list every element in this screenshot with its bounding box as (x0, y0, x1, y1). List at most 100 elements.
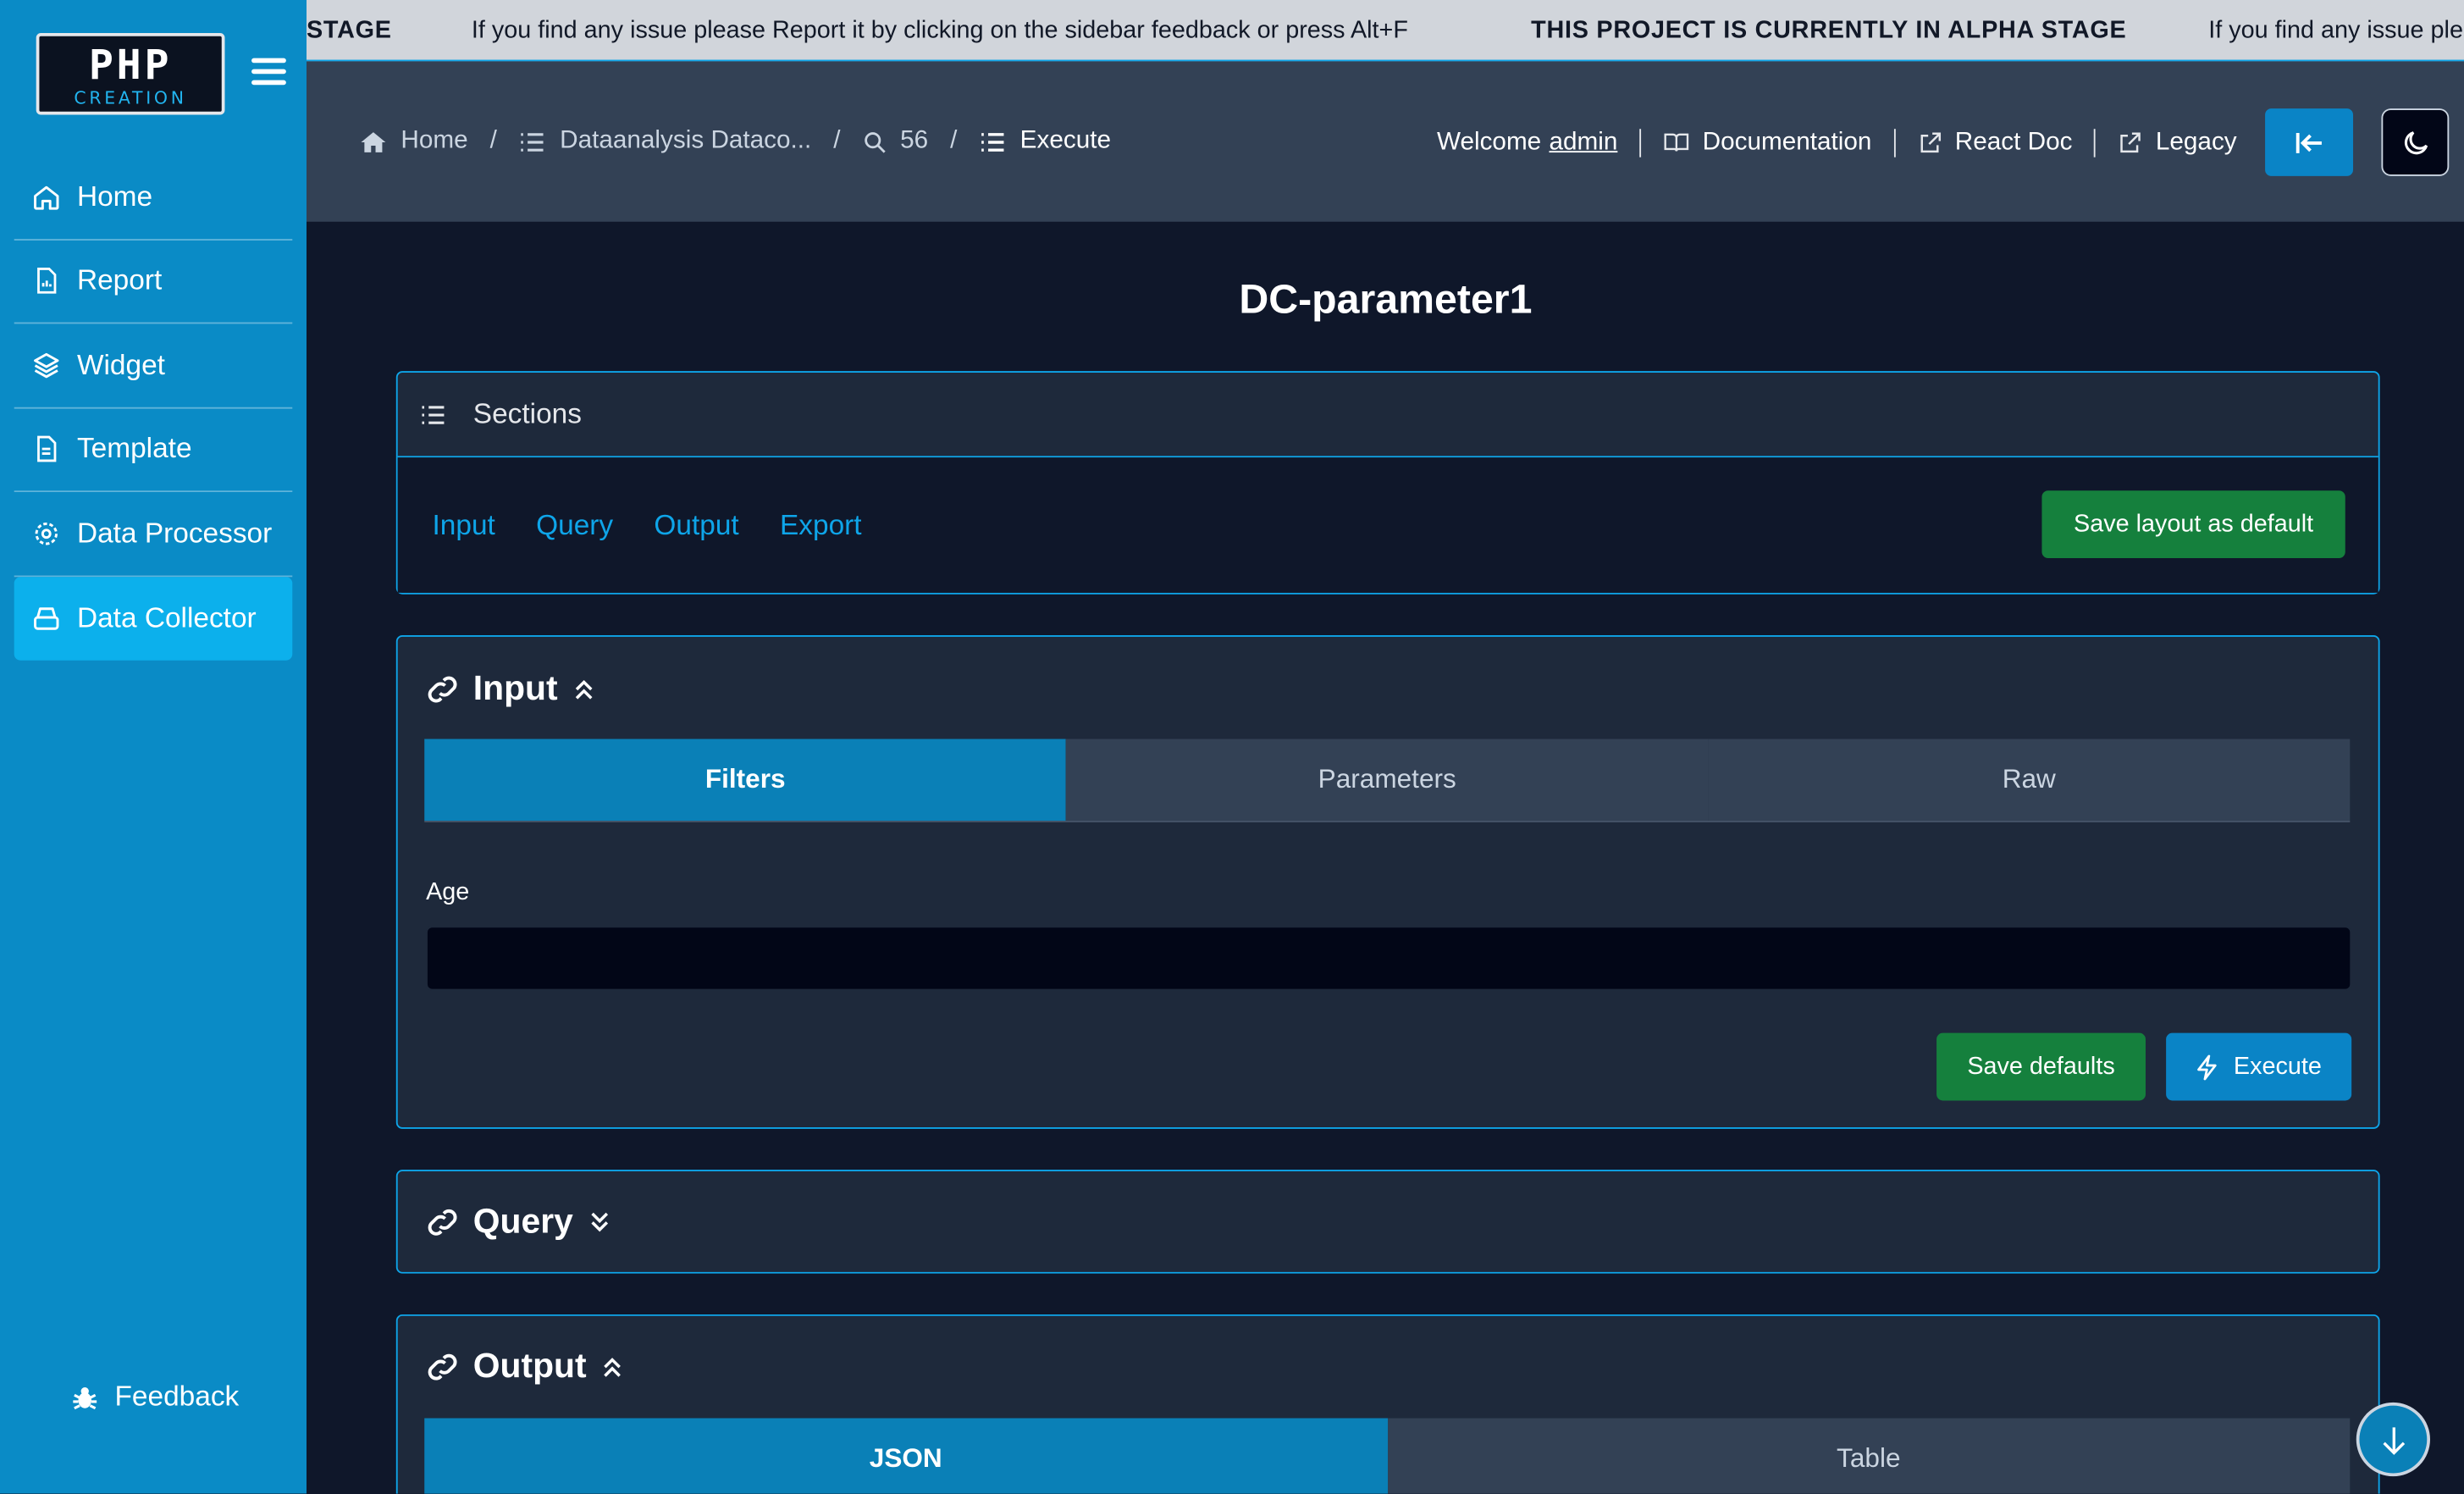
logo[interactable]: PHP CREATION (36, 32, 225, 115)
sidebar-item-label: Widget (76, 348, 165, 380)
age-label: Age (426, 878, 470, 906)
age-input[interactable] (426, 926, 2352, 991)
user-link[interactable]: admin (1549, 128, 1617, 156)
input-tabs: Filters Parameters Raw (424, 739, 2351, 822)
theme-toggle-button[interactable] (2381, 108, 2450, 176)
divider (1639, 128, 1642, 157)
collapse-sidebar-button[interactable] (2265, 108, 2354, 176)
sidebar-item-template[interactable]: Template (14, 408, 293, 493)
link-icon (428, 1209, 457, 1235)
app-root: PHP CREATION Home Report Widget Template… (0, 0, 2464, 1494)
page-title: DC-parameter1 (1239, 274, 1533, 323)
menu-toggle-icon[interactable] (251, 58, 286, 90)
sections-header: Sections (397, 373, 2378, 458)
database-icon (30, 602, 61, 634)
sidebar-item-widget[interactable]: Widget (14, 324, 293, 408)
ticker-fragment: STAGE (306, 17, 392, 44)
input-card-header: Input (426, 668, 594, 709)
layers-icon (30, 350, 61, 381)
external-link-icon (2121, 131, 2141, 152)
ticker-message-fragment: If you find any issue ple (2208, 17, 2463, 44)
breadcrumb-home[interactable]: Home (360, 127, 468, 155)
tab-table[interactable]: Table (1387, 1418, 2351, 1494)
sections-body: Input Query Output Export Save layout as… (397, 457, 2378, 593)
input-card: Input Filters Parameters Raw Age Save de… (395, 634, 2380, 1129)
breadcrumb-home-label: Home (401, 127, 468, 154)
breadcrumb-id-label: 56 (900, 127, 929, 154)
output-card: Output JSON Table (395, 1314, 2380, 1494)
breadcrumb-separator: / (833, 127, 841, 154)
home-icon (30, 181, 61, 213)
sections-card: Sections Input Query Output Export Save … (395, 371, 2380, 595)
search-icon (864, 131, 886, 152)
scroll-down-button[interactable] (2356, 1402, 2430, 1477)
section-link-query[interactable]: Query (536, 509, 613, 542)
section-link-input[interactable]: Input (433, 509, 495, 542)
bug-icon (69, 1381, 101, 1413)
sidebar-item-label: Home (76, 180, 153, 213)
moon-icon (2404, 130, 2428, 154)
logo-text: PHP (88, 42, 173, 90)
sidebar-nav: Home Report Widget Template Data Process… (14, 156, 293, 661)
tab-parameters[interactable]: Parameters (1066, 739, 1709, 822)
link-icon (428, 675, 457, 702)
home-icon (361, 131, 386, 152)
breadcrumb-separator: / (950, 127, 958, 154)
save-defaults-button[interactable]: Save defaults (1936, 1032, 2146, 1101)
chevron-double-up-icon[interactable] (602, 1356, 622, 1376)
execute-button[interactable]: Execute (2166, 1032, 2352, 1101)
external-link-icon (1920, 131, 1941, 152)
chevron-double-up-icon[interactable] (573, 678, 594, 699)
input-card-title: Input (472, 667, 558, 708)
output-card-title: Output (472, 1346, 587, 1386)
breadcrumb-collector[interactable]: Dataanalysis Dataco... (519, 127, 811, 155)
top-header: Home / Dataanalysis Dataco... / 56 / Exe… (306, 61, 2464, 222)
list-icon (981, 132, 1004, 151)
logo-subtext: CREATION (74, 87, 187, 109)
sidebar-item-label: Data Processor (76, 517, 273, 549)
output-tabs: JSON Table (424, 1418, 2351, 1494)
alpha-ticker: STAGE If you find any issue please Repor… (306, 0, 2464, 62)
sidebar-item-report[interactable]: Report (14, 240, 293, 324)
sections-title: Sections (472, 397, 582, 429)
sidebar: PHP CREATION Home Report Widget Template… (0, 0, 307, 1494)
execute-label: Execute (2233, 1052, 2322, 1080)
list-icon (521, 132, 544, 151)
header-links: Welcome admin Documentation React Doc Le… (1437, 108, 2450, 176)
legacy-label: Legacy (2155, 128, 2237, 155)
output-card-header: Output (426, 1346, 622, 1386)
documentation-label: Documentation (1702, 128, 1872, 155)
list-icon (422, 405, 445, 423)
feedback-label: Feedback (114, 1380, 240, 1413)
sidebar-item-label: Report (76, 264, 163, 296)
save-layout-button[interactable]: Save layout as default (2041, 490, 2345, 559)
arrow-down-icon (2382, 1426, 2405, 1454)
section-link-output[interactable]: Output (654, 509, 738, 542)
breadcrumb-current: Execute (979, 127, 1111, 155)
tab-filters[interactable]: Filters (424, 739, 1067, 822)
sidebar-item-data-processor[interactable]: Data Processor (14, 492, 293, 577)
react-doc-label: React Doc (1954, 128, 2073, 155)
breadcrumb: Home / Dataanalysis Dataco... / 56 / Exe… (360, 127, 1111, 155)
divider (1893, 128, 1896, 157)
legacy-link[interactable]: Legacy (2118, 128, 2237, 156)
feedback-button[interactable]: Feedback (69, 1380, 240, 1414)
breadcrumb-separator: / (489, 127, 497, 154)
arrow-left-bar-icon (2295, 132, 2322, 152)
ticker-message: If you find any issue please Report it b… (471, 17, 1408, 44)
chevron-double-down-icon[interactable] (588, 1211, 609, 1231)
breadcrumb-current-label: Execute (1019, 127, 1111, 154)
documentation-link[interactable]: Documentation (1663, 128, 1871, 156)
sidebar-item-data-collector[interactable]: Data Collector (14, 576, 293, 661)
breadcrumb-id[interactable]: 56 (863, 127, 929, 155)
sidebar-item-home[interactable]: Home (14, 156, 293, 241)
sidebar-item-label: Data Collector (76, 601, 257, 634)
tab-json[interactable]: JSON (424, 1418, 1388, 1494)
lightning-icon (2197, 1054, 2217, 1080)
section-link-export[interactable]: Export (780, 509, 862, 542)
react-doc-link[interactable]: React Doc (1917, 128, 2072, 156)
gear-icon (30, 517, 61, 549)
tab-raw[interactable]: Raw (1708, 739, 2351, 822)
file-icon (30, 434, 61, 465)
query-card: Query (395, 1170, 2380, 1274)
